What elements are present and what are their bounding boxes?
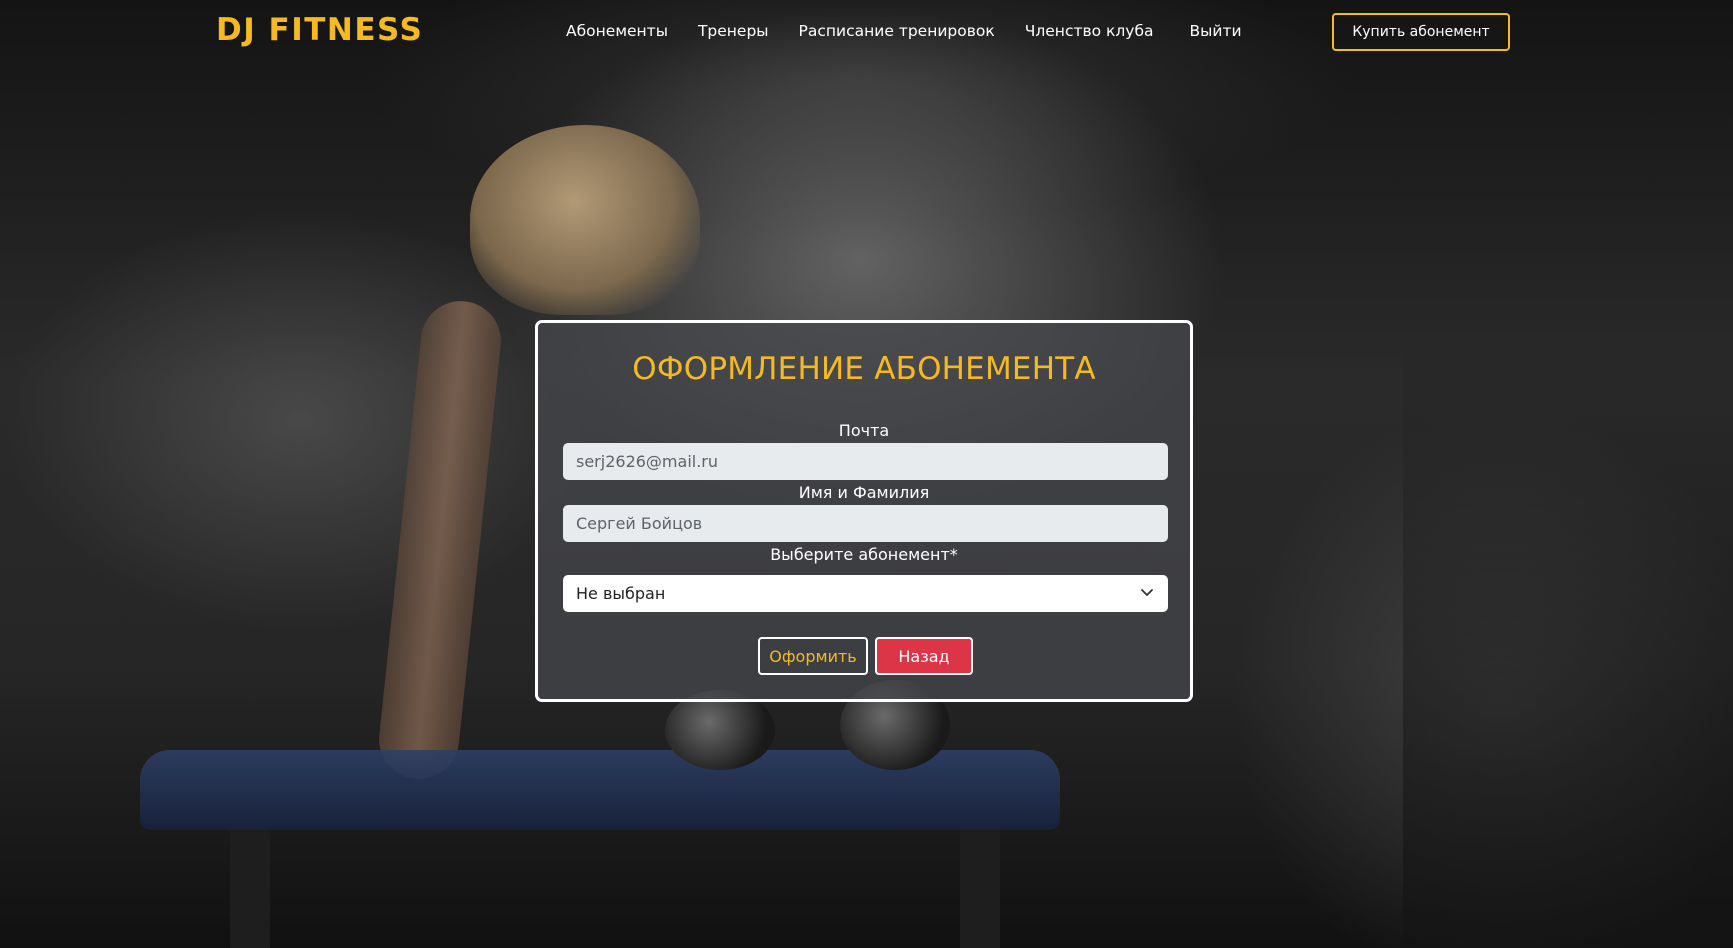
plan-label: Выберите абонемент*: [770, 545, 958, 564]
full-name-field[interactable]: [563, 505, 1168, 542]
back-button[interactable]: Назад: [875, 637, 973, 675]
email-label: Почта: [838, 421, 890, 440]
nav-item-subscriptions[interactable]: Абонементы: [566, 22, 668, 40]
submit-button[interactable]: Оформить: [758, 637, 868, 675]
nav-item-schedule[interactable]: Расписание тренировок: [799, 22, 995, 40]
main-menu: Абонементы Тренеры Расписание тренировок…: [566, 22, 1272, 40]
form-title: ОФОРМЛЕНИЕ АБОНЕМЕНТА: [632, 351, 1096, 387]
plan-select-value: Не выбран: [576, 584, 666, 603]
brand-logo[interactable]: DJ FITNESS: [216, 12, 423, 48]
nav-item-membership[interactable]: Членство клуба: [1025, 22, 1154, 40]
bench-leg: [960, 830, 1000, 948]
top-navbar: DJ FITNESS Абонементы Тренеры Расписание…: [0, 0, 1733, 66]
full-name-label: Имя и Фамилия: [798, 483, 930, 502]
nav-item-trainers[interactable]: Тренеры: [698, 22, 769, 40]
nav-item-logout[interactable]: Выйти: [1190, 22, 1242, 40]
dumbbell-photo: [665, 690, 775, 770]
dumbbell-rack-photo: [1403, 330, 1733, 948]
buy-subscription-button[interactable]: Купить абонемент: [1332, 13, 1510, 51]
plan-select[interactable]: Не выбран: [563, 575, 1168, 612]
bench-leg: [230, 830, 270, 948]
chevron-down-icon: [1141, 589, 1153, 596]
subscription-form-card: ОФОРМЛЕНИЕ АБОНЕМЕНТА Почта Имя и Фамили…: [535, 320, 1193, 702]
email-field[interactable]: [563, 443, 1168, 480]
athlete-photo: [470, 125, 700, 315]
